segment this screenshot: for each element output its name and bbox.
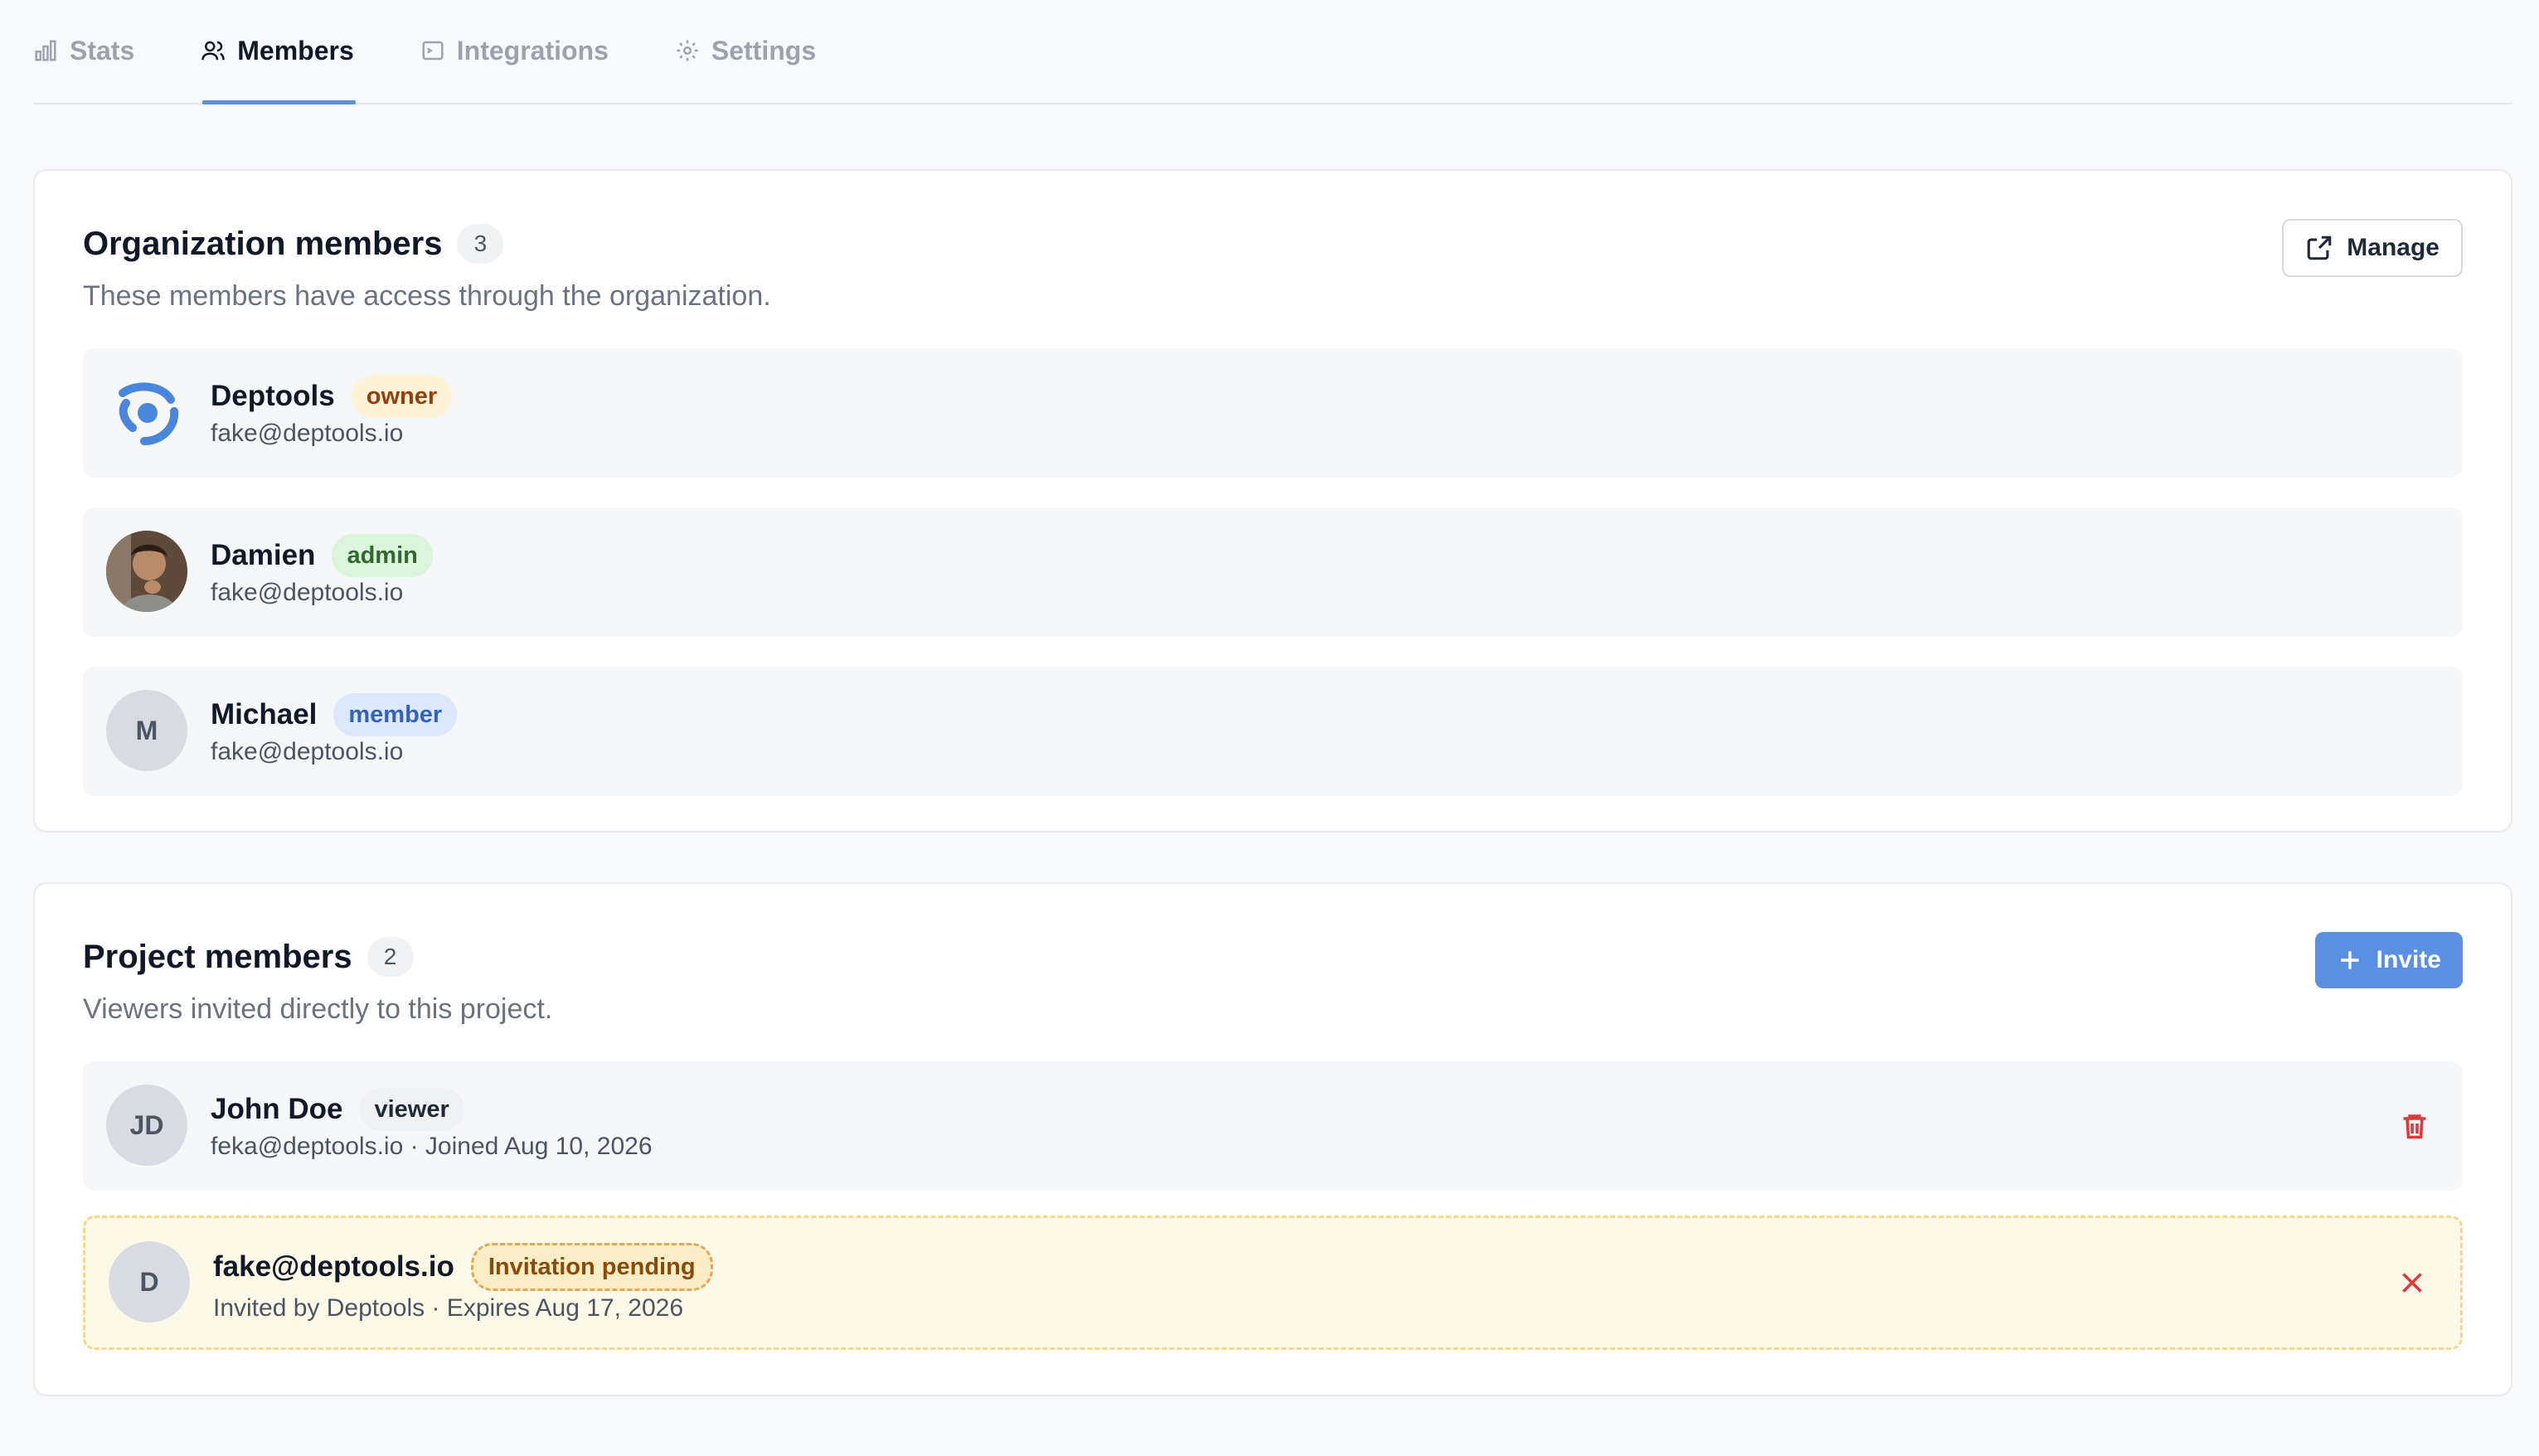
invitation-pending-badge: Invitation pending bbox=[470, 1243, 713, 1291]
tab-label: Stats bbox=[70, 35, 135, 66]
pending-invite-row: D fake@deptools.io Invitation pending In… bbox=[83, 1216, 2463, 1350]
member-name: Deptools bbox=[211, 380, 335, 412]
member-row-damien: Damien admin fake@deptools.io bbox=[83, 507, 2463, 637]
invite-button[interactable]: Invite bbox=[2314, 932, 2463, 988]
project-title-row: Project members 2 bbox=[83, 937, 414, 977]
tab-members[interactable]: Members bbox=[201, 0, 356, 104]
avatar: M bbox=[106, 690, 187, 771]
role-badge-viewer: viewer bbox=[359, 1088, 464, 1131]
manage-button[interactable]: Manage bbox=[2282, 219, 2463, 277]
avatar: D bbox=[109, 1241, 190, 1323]
member-row-deptools: Deptools owner fake@deptools.io bbox=[83, 348, 2463, 478]
remove-member-button[interactable] bbox=[2391, 1103, 2438, 1149]
role-badge-admin: admin bbox=[332, 534, 433, 577]
tab-label: Integrations bbox=[456, 35, 609, 66]
member-name-line: Michael member bbox=[211, 693, 458, 736]
member-detail: feka@deptools.io · Joined Aug 10, 2026 bbox=[211, 1133, 653, 1160]
terminal-icon bbox=[422, 41, 444, 61]
project-title: Project members bbox=[83, 938, 352, 975]
plus-icon bbox=[2340, 951, 2359, 969]
role-badge-member: member bbox=[333, 693, 458, 736]
project-subtitle: Viewers invited directly to this project… bbox=[83, 993, 553, 1025]
tab-label: Settings bbox=[711, 35, 817, 66]
organization-members-card: Organization members 3 These members hav… bbox=[33, 169, 2512, 832]
invite-label: Invite bbox=[2376, 946, 2441, 973]
manage-label: Manage bbox=[2347, 234, 2439, 261]
member-email: fake@deptools.io bbox=[211, 420, 404, 447]
member-name-line: John Doe viewer bbox=[211, 1088, 464, 1131]
member-email: fake@deptools.io bbox=[211, 579, 404, 606]
member-name: fake@deptools.io bbox=[213, 1250, 454, 1283]
tab-integrations[interactable]: Integrations bbox=[420, 0, 609, 103]
member-detail: Invited by Deptools · Expires Aug 17, 20… bbox=[213, 1294, 684, 1322]
org-title: Organization members bbox=[83, 225, 443, 262]
member-name-line: fake@deptools.io Invitation pending bbox=[213, 1243, 713, 1291]
org-title-row: Organization members 3 bbox=[83, 224, 504, 264]
member-name-line: Deptools owner bbox=[211, 375, 453, 418]
bar-chart-icon bbox=[35, 40, 56, 61]
tab-stats[interactable]: Stats bbox=[33, 0, 134, 103]
org-subtitle: These members have access through the or… bbox=[83, 280, 771, 312]
member-name: Damien bbox=[211, 539, 316, 571]
close-icon bbox=[2402, 1273, 2422, 1293]
tab-bar: Stats Members Integrations Settings bbox=[33, 0, 2512, 104]
gear-icon bbox=[677, 40, 698, 61]
member-name: Michael bbox=[211, 698, 318, 730]
project-members-card: Project members 2 Viewers invited direct… bbox=[33, 882, 2512, 1396]
tab-settings[interactable]: Settings bbox=[675, 0, 816, 103]
external-link-icon bbox=[2307, 235, 2332, 260]
org-count-badge: 3 bbox=[457, 224, 504, 264]
deptools-logo bbox=[106, 371, 187, 453]
member-name-line: Damien admin bbox=[211, 534, 433, 577]
trash-icon bbox=[2403, 1114, 2426, 1139]
member-row-michael: M Michael member fake@deptools.io bbox=[83, 667, 2463, 796]
avatar bbox=[106, 531, 187, 612]
project-count-badge: 2 bbox=[367, 937, 414, 977]
avatar: JD bbox=[106, 1085, 187, 1166]
member-name: John Doe bbox=[211, 1093, 343, 1125]
users-icon bbox=[201, 41, 225, 61]
tab-label: Members bbox=[237, 35, 354, 66]
cancel-invite-button[interactable] bbox=[2389, 1259, 2435, 1306]
member-email: fake@deptools.io bbox=[211, 738, 404, 765]
member-row-john-doe: JD John Doe viewer feka@deptools.io · Jo… bbox=[83, 1061, 2463, 1191]
role-badge-owner: owner bbox=[351, 375, 453, 418]
